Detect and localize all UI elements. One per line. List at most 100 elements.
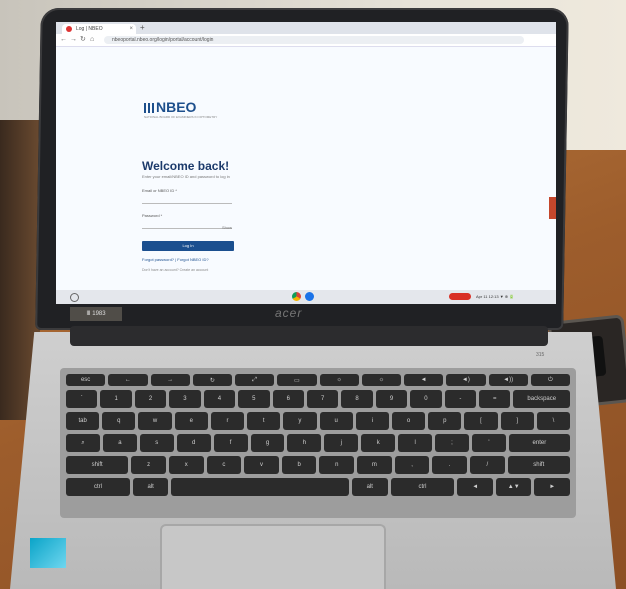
key[interactable]: t xyxy=(247,412,281,430)
key[interactable]: z xyxy=(131,456,166,474)
key[interactable]: , xyxy=(394,456,430,474)
key[interactable]: ] xyxy=(500,412,534,430)
key[interactable]: ▲▼ xyxy=(495,478,532,496)
key[interactable]: 6 xyxy=(272,390,304,408)
key[interactable]: ' xyxy=(471,434,506,452)
key[interactable]: 4 xyxy=(203,390,236,408)
keyboard-row: ctrl alt alt ctrl ◄ ▲▼ ► xyxy=(66,478,570,496)
key[interactable]: ⏻ xyxy=(530,374,570,386)
key[interactable]: o xyxy=(391,412,426,430)
key[interactable]: v xyxy=(244,456,279,474)
recording-indicator[interactable] xyxy=(449,293,471,300)
key[interactable]: ctrl xyxy=(390,478,455,496)
key[interactable]: u xyxy=(319,412,353,430)
key[interactable]: shift xyxy=(66,456,129,474)
key[interactable]: \ xyxy=(536,412,571,430)
key[interactable]: alt xyxy=(352,478,388,496)
address-bar[interactable]: nbeoportal.nbeo.org/login/portal/account… xyxy=(104,36,524,44)
key[interactable]: p xyxy=(428,412,462,430)
key[interactable]: ◄ xyxy=(457,478,493,496)
key[interactable]: 8 xyxy=(341,390,373,408)
key[interactable]: 2 xyxy=(134,390,167,408)
create-account-link[interactable]: Don't have an account? Create an account xyxy=(142,268,208,272)
key[interactable]: shift xyxy=(507,456,570,474)
key[interactable]: ⤢ xyxy=(235,374,275,386)
key[interactable]: alt xyxy=(132,478,169,496)
chrome-app-icon[interactable] xyxy=(292,292,301,301)
key[interactable]: backspace xyxy=(513,390,571,408)
key[interactable]: q xyxy=(102,412,136,430)
key[interactable]: j xyxy=(324,434,359,452)
key[interactable]: . xyxy=(432,456,467,474)
key[interactable]: m xyxy=(357,456,392,474)
key[interactable]: [ xyxy=(464,412,498,430)
key[interactable]: d xyxy=(176,434,211,452)
new-tab-button[interactable]: + xyxy=(140,23,145,32)
key[interactable]: s xyxy=(139,434,174,452)
key[interactable]: 9 xyxy=(375,390,408,408)
key[interactable]: ◄ xyxy=(404,374,444,386)
key[interactable]: 7 xyxy=(306,390,339,408)
browser-tab[interactable]: Log | NBEO × xyxy=(62,24,136,34)
home-icon[interactable]: ⌂ xyxy=(90,34,94,46)
key[interactable]: esc xyxy=(66,374,106,386)
key[interactable]: x xyxy=(168,456,204,474)
key[interactable]: n xyxy=(319,456,355,474)
browser-tab-strip: Log | NBEO × + xyxy=(56,22,556,34)
key[interactable]: → xyxy=(150,374,190,386)
key[interactable]: ► xyxy=(534,478,570,496)
key[interactable]: enter xyxy=(508,434,570,452)
key[interactable]: ☼ xyxy=(319,374,359,386)
key[interactable]: c xyxy=(206,456,242,474)
key[interactable]: 5 xyxy=(238,390,270,408)
password-field[interactable] xyxy=(142,219,232,229)
forward-icon[interactable]: → xyxy=(70,34,77,46)
key[interactable]: e xyxy=(174,412,208,430)
show-password-toggle[interactable]: Show xyxy=(222,225,232,230)
back-icon[interactable]: ← xyxy=(60,34,67,46)
forgot-links[interactable]: Forgot password? | Forgot NBEO ID? xyxy=(142,257,209,262)
login-page: NBEO NATIONAL BOARD OF EXAMINERS IN OPTO… xyxy=(56,47,556,290)
key[interactable]: ⌕ xyxy=(66,434,100,452)
key[interactable]: r xyxy=(210,412,245,430)
touchpad[interactable] xyxy=(160,524,386,589)
key[interactable]: ◄) xyxy=(446,374,486,386)
nbeo-logo: NBEO xyxy=(144,99,196,115)
key[interactable]: 0 xyxy=(410,390,442,408)
key[interactable]: g xyxy=(250,434,285,452)
intel-sticker xyxy=(30,538,66,568)
key[interactable]: ctrl xyxy=(66,478,130,496)
reload-icon[interactable]: ↻ xyxy=(80,34,86,46)
key[interactable]: tab xyxy=(66,412,100,430)
launcher-icon[interactable] xyxy=(70,293,79,302)
key[interactable]: l xyxy=(398,434,433,452)
tab-close-icon[interactable]: × xyxy=(129,24,133,34)
feedback-tab[interactable] xyxy=(549,197,556,219)
key[interactable]: k xyxy=(361,434,396,452)
email-field[interactable] xyxy=(142,194,232,204)
email-label: Email or NBEO ID * xyxy=(142,188,177,193)
key[interactable]: i xyxy=(355,412,389,430)
key[interactable]: f xyxy=(213,434,248,452)
key[interactable] xyxy=(171,478,350,496)
key[interactable]: / xyxy=(469,456,505,474)
key[interactable]: 1 xyxy=(100,390,132,408)
key[interactable]: h xyxy=(287,434,322,452)
key[interactable]: b xyxy=(281,456,317,474)
key[interactable]: a xyxy=(102,434,137,452)
key[interactable]: ← xyxy=(108,374,148,386)
key[interactable]: - xyxy=(444,390,477,408)
key[interactable]: 3 xyxy=(169,390,201,408)
key[interactable]: ☼ xyxy=(361,374,401,386)
status-tray[interactable]: Apr 11 12:13 ▼ ⊕ 🔋 xyxy=(476,293,514,301)
app-icon[interactable] xyxy=(305,292,314,301)
key[interactable]: ` xyxy=(66,390,98,408)
key[interactable]: y xyxy=(283,412,317,430)
login-button[interactable]: Log In xyxy=(142,241,234,251)
key[interactable]: = xyxy=(479,390,511,408)
key[interactable]: ▭ xyxy=(277,374,317,386)
key[interactable]: ↻ xyxy=(192,374,232,386)
key[interactable]: w xyxy=(138,412,172,430)
key[interactable]: ; xyxy=(435,434,469,452)
key[interactable]: ◄)) xyxy=(488,374,528,386)
